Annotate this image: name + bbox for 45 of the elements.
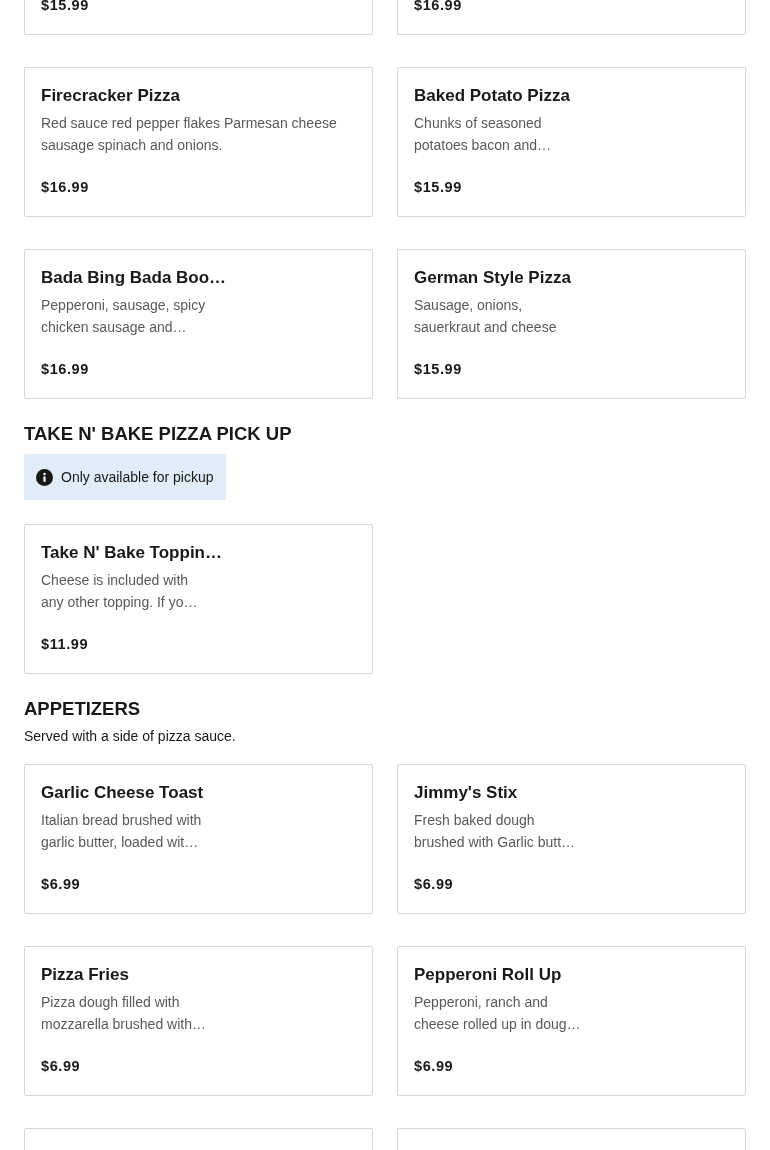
menu-item-card[interactable]: Firecracker Pizza Red sauce red pepper flakes Parmesan cheese sausage spinach and onions. $16.99 <box>24 67 373 217</box>
section-heading: TAKE N' BAKE PIZZA PICK UP <box>24 423 293 445</box>
item-price: $16.99 <box>41 178 90 197</box>
item-price: $15.99 <box>414 178 463 197</box>
item-price: $15.99 <box>414 360 463 379</box>
item-name: Baked Potato Pizza <box>414 85 571 107</box>
section-subtitle: Served with a side of pizza sauce. <box>24 727 237 746</box>
item-name: Jimmy's Stix <box>414 782 519 804</box>
item-description: Italian bread brushed with garlic butter, loaded wit… <box>41 811 203 852</box>
item-price: $11.99 <box>41 635 90 654</box>
menu-item-card[interactable]: German Style Pizza Sausage, onions, sauerkraut and cheese $15.99 <box>397 249 746 399</box>
menu-item-card[interactable]: Jimmy's Stix Fresh baked dough brushed with Garlic butt… $6.99 <box>397 764 746 914</box>
item-price: $6.99 <box>414 1057 455 1076</box>
item-price: $6.99 <box>41 1057 82 1076</box>
item-name: Pepperoni Roll Up <box>414 964 563 986</box>
menu-item-card[interactable]: Bada Bing Bada Boo… Pepperoni, sausage, spicy chicken sausage and… $16.99 <box>24 249 373 399</box>
menu-item-card[interactable]: Take N' Bake Toppin… Cheese is included with any other topping. If yo… $11.99 <box>24 524 373 674</box>
item-price: $6.99 <box>414 875 455 894</box>
item-description: Pepperoni, ranch and cheese rolled up in doug… <box>414 993 582 1034</box>
menu-item-card[interactable]: Baked Potato Pizza Chunks of seasoned potatoes bacon and… $15.99 <box>397 67 746 217</box>
item-description: Pepperoni, sausage, spicy chicken sausage and… <box>41 296 207 337</box>
item-description: Sausage, onions, sauerkraut and cheese <box>414 296 558 337</box>
item-price: $16.99 <box>41 360 90 379</box>
item-description: Red sauce red pepper flakes Parmesan cheese sausage spinach and onions. <box>41 114 338 155</box>
menu-item-card[interactable]: $16.99 <box>397 0 746 35</box>
item-description: Cheese is included with any other topping. If yo… <box>41 571 199 612</box>
item-description: Pizza dough filled with mozzarella brushed with… <box>41 993 207 1034</box>
item-name: Pizza Fries <box>41 964 130 986</box>
item-price: $6.99 <box>41 875 82 894</box>
item-price: $16.99 <box>414 0 463 15</box>
item-name: Bada Bing Bada Boo… <box>41 267 228 289</box>
item-name: Take N' Bake Toppin… <box>41 542 223 564</box>
item-description: Chunks of seasoned potatoes bacon and… <box>414 114 552 155</box>
menu-item-card[interactable]: Garlic Cheese Toast Italian bread brushed with garlic butter, loaded wit… $6.99 <box>24 764 373 914</box>
menu-item-card[interactable]: $15.99 <box>24 0 373 35</box>
item-name: Firecracker Pizza <box>41 85 181 107</box>
menu-item-card[interactable]: Pepperoni Roll Up Pepperoni, ranch and cheese rolled up in doug… $6.99 <box>397 946 746 1096</box>
item-name: Garlic Cheese Toast <box>41 782 205 804</box>
item-description: Fresh baked dough brushed with Garlic butt… <box>414 811 577 852</box>
notice-text: Only available for pickup <box>61 469 214 485</box>
item-name: German Style Pizza <box>414 267 572 289</box>
item-price: $15.99 <box>41 0 90 15</box>
menu-item-card[interactable]: Pizza Fries Pizza dough filled with mozzarella brushed with… $6.99 <box>24 946 373 1096</box>
section-heading: APPETIZERS <box>24 698 142 720</box>
info-icon <box>36 468 53 486</box>
